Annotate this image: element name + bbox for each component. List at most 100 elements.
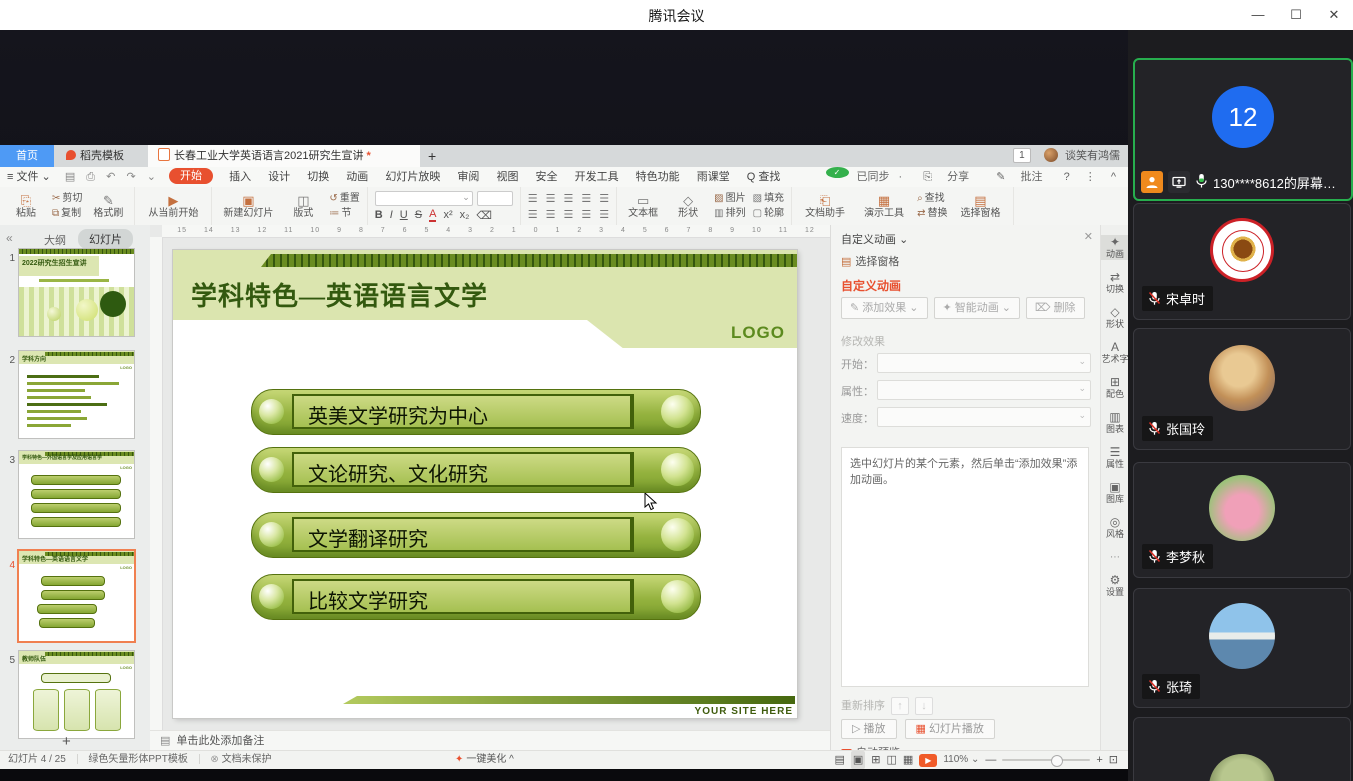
font-size-select[interactable] [477, 191, 513, 206]
normal-view-icon[interactable]: ▣ [851, 751, 865, 769]
reset-button[interactable]: ↺重置 [329, 192, 359, 205]
menu-tab-animation[interactable]: 动画 [339, 167, 375, 187]
one-click-beautify[interactable]: ✦一键美化 ^ [455, 751, 514, 769]
picture-button[interactable]: ▨图片 [714, 192, 745, 205]
slide-button-4[interactable]: 比较文学研究 [251, 574, 701, 620]
strip-properties[interactable]: ☰属性 [1101, 445, 1129, 470]
move-up-icon[interactable]: ↑ [891, 697, 909, 715]
line-spacing-icon[interactable]: ☰ [599, 192, 609, 205]
comment-button[interactable]: ✎ 批注 [984, 167, 1054, 187]
print-icon[interactable]: ⎙ [82, 167, 99, 187]
zoom-out-icon[interactable]: — [985, 751, 996, 769]
participant-tile[interactable]: 张国玲 [1133, 328, 1351, 450]
menu-tab-start[interactable]: 开始 [169, 168, 213, 184]
fit-screen-icon[interactable]: ⊡ [1109, 751, 1118, 769]
paste-button[interactable]: ⎘粘贴 [7, 193, 45, 220]
zoom-slider-thumb[interactable] [1051, 755, 1063, 767]
zoom-slider[interactable] [1002, 759, 1090, 761]
subscript-button[interactable]: x₂ [460, 209, 470, 222]
slide-thumbnail-1[interactable]: 2022研究生招生宣讲 [18, 248, 135, 337]
menu-tab-design[interactable]: 设计 [261, 167, 297, 187]
menu-tab-devtools[interactable]: 开发工具 [568, 167, 626, 187]
synced-status[interactable]: ✓已同步 · [820, 167, 909, 187]
kebab-icon[interactable]: ⋮ [1079, 167, 1102, 187]
cut-button[interactable]: ✂剪切 [52, 192, 82, 205]
template-name[interactable]: 绿色矢量形体PPT模板 [88, 754, 187, 765]
format-painter-button[interactable]: ✎格式刷 [89, 193, 127, 220]
strip-wordart[interactable]: A艺术字 [1101, 340, 1129, 365]
play-from-current-button[interactable]: ▶从当前开始 [142, 193, 204, 220]
slide-editing-area[interactable]: 学科特色—英语语言文学 LOGO 英美文学研究为中心 文论研究、文化研究 文学翻… [173, 250, 797, 718]
bullet-list-icon[interactable]: ☰ [528, 192, 538, 205]
notes-view-icon[interactable]: ▤ [834, 751, 844, 769]
tab-home[interactable]: 首页 [0, 145, 54, 167]
arrange-button[interactable]: ▥排列 [714, 207, 745, 220]
menu-tab-slideshow[interactable]: 幻灯片放映 [378, 167, 447, 187]
account-name[interactable]: 谈笑有鸿儒 [1065, 150, 1120, 162]
clear-format-button[interactable]: ⌫ [476, 209, 492, 222]
justify-icon[interactable]: ☰ [581, 208, 591, 221]
save-icon[interactable]: ▤ [61, 167, 79, 187]
zoom-in-icon[interactable]: + [1096, 751, 1102, 769]
slideshow-view-icon[interactable]: ▦ [903, 751, 913, 769]
notes-bar[interactable]: ▤单击此处添加备注 [150, 730, 830, 751]
participant-tile[interactable]: 张琦 [1133, 588, 1351, 708]
menu-tab-view[interactable]: 视图 [489, 167, 525, 187]
align-right-icon[interactable]: ☰ [564, 208, 574, 221]
shapes-button[interactable]: ◇形状 [669, 193, 707, 220]
slide-button-1[interactable]: 英美文学研究为中心 [251, 389, 701, 435]
layout-button[interactable]: ◫版式 [284, 193, 322, 220]
strip-settings[interactable]: ⚙设置 [1101, 573, 1129, 598]
bold-button[interactable]: B [375, 209, 383, 222]
selection-pane-button[interactable]: ▤选择窗格 [954, 193, 1006, 220]
file-menu[interactable]: ≡ 文件 ⌄ [0, 167, 58, 187]
add-effect-button[interactable]: ✎添加效果 ⌄ [841, 297, 928, 319]
slide-button-3[interactable]: 文学翻译研究 [251, 512, 701, 558]
menu-tab-security[interactable]: 安全 [529, 167, 565, 187]
slide-thumbnail-3[interactable]: 学科特色—外国语言学及应用语言学 LOGO [18, 450, 135, 539]
number-list-icon[interactable]: ☰ [546, 192, 556, 205]
participant-tile-screenshare[interactable]: 12 130****8612的屏幕… [1133, 58, 1353, 201]
menu-tab-rainclass[interactable]: 雨课堂 [690, 167, 737, 187]
menu-tab-features[interactable]: 特色功能 [629, 167, 687, 187]
more-icon[interactable]: ⌄ [143, 167, 160, 187]
fill-button[interactable]: ▧填充 [753, 192, 784, 205]
tab-slides[interactable]: 幻灯片 [78, 229, 133, 249]
align-center-icon[interactable]: ☰ [546, 208, 556, 221]
menu-tab-review[interactable]: 审阅 [450, 167, 486, 187]
delete-effect-button[interactable]: ⌦删除 [1026, 297, 1085, 319]
italic-button[interactable]: I [390, 209, 393, 222]
menu-tab-transition[interactable]: 切换 [300, 167, 336, 187]
font-family-select[interactable]: ⌄ [375, 191, 473, 206]
superscript-button[interactable]: x² [443, 209, 452, 222]
participant-tile[interactable]: 宋卓时 [1133, 203, 1351, 320]
slideshow-play-button[interactable]: ▦幻灯片播放 [905, 719, 995, 739]
minimize-icon[interactable]: — [1239, 0, 1277, 30]
collapse-panel-icon[interactable]: « [6, 231, 13, 245]
menu-tab-insert[interactable]: 插入 [222, 167, 258, 187]
account-avatar[interactable] [1044, 148, 1058, 162]
slide-button-2[interactable]: 文论研究、文化研究 [251, 447, 701, 493]
strip-gallery[interactable]: ▣图库 [1101, 480, 1129, 505]
underline-button[interactable]: U [400, 209, 408, 222]
property-select[interactable]: ⌄ [877, 380, 1091, 400]
vertical-ruler[interactable] [150, 237, 163, 730]
help-button[interactable]: ? [1058, 167, 1076, 187]
play-slideshow-button[interactable]: ▶ [919, 754, 937, 767]
smart-animation-button[interactable]: ✦智能动画 ⌄ [934, 297, 1021, 319]
strip-chart[interactable]: ▥图表 [1101, 410, 1129, 435]
start-select[interactable]: ⌄ [877, 353, 1091, 373]
find-button[interactable]: ⌕查找 [917, 192, 947, 205]
maximize-icon[interactable]: ☐ [1277, 0, 1315, 30]
zoom-level[interactable]: 110% ⌄ [943, 751, 979, 769]
strike-button[interactable]: S [415, 209, 422, 222]
close-panel-icon[interactable]: ✕ [1084, 230, 1093, 243]
selection-pane-link[interactable]: ▤选择窗格 [841, 253, 899, 269]
redo-icon[interactable]: ↷ [122, 167, 139, 187]
speed-select[interactable]: ⌄ [877, 407, 1091, 427]
protection-status[interactable]: ⊗ 文档未保护 [210, 754, 271, 765]
sorter-view-icon[interactable]: ⊞ [871, 751, 880, 769]
columns-icon[interactable]: ☰ [599, 208, 609, 221]
notification-badge[interactable]: 1 [1013, 148, 1031, 163]
participants-panel[interactable]: 12 130****8612的屏幕… 宋卓时 [1128, 30, 1353, 781]
